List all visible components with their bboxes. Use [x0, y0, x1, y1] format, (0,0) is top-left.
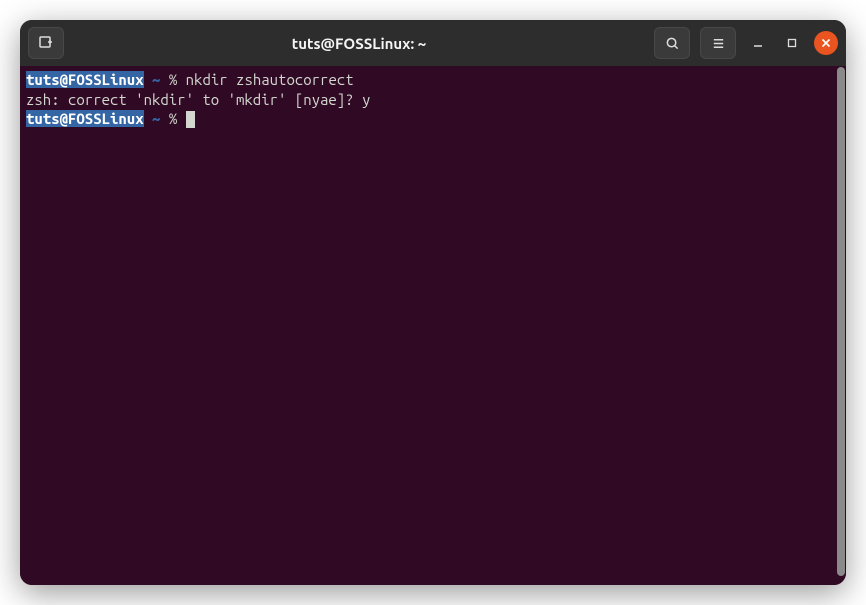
- command-text: nkdir zshautocorrect: [186, 71, 354, 88]
- maximize-button[interactable]: [780, 31, 804, 55]
- terminal-line-2: zsh: correct 'nkdir' to 'mkdir' [nyae]? …: [26, 90, 840, 110]
- maximize-icon: [787, 38, 797, 48]
- prompt-path: ~: [152, 110, 160, 127]
- terminal-line-1: tuts@FOSSLinux ~ % nkdir zshautocorrect: [26, 70, 840, 90]
- titlebar-left: [28, 27, 64, 59]
- prompt-host: tuts@FOSSLinux: [26, 71, 144, 88]
- terminal-line-3: tuts@FOSSLinux ~ %: [26, 109, 840, 129]
- scrollbar[interactable]: [836, 66, 846, 585]
- new-tab-icon: [38, 35, 54, 51]
- titlebar: tuts@FOSSLinux: ~: [20, 20, 846, 66]
- terminal-body[interactable]: tuts@FOSSLinux ~ % nkdir zshautocorrect …: [20, 66, 846, 585]
- hamburger-icon: [711, 36, 726, 51]
- new-tab-button[interactable]: [28, 27, 64, 59]
- menu-button[interactable]: [700, 27, 736, 59]
- terminal-window: tuts@FOSSLinux: ~: [20, 20, 846, 585]
- prompt-symbol: %: [169, 71, 177, 88]
- search-button[interactable]: [654, 27, 690, 59]
- scrollbar-thumb[interactable]: [837, 67, 845, 576]
- minimize-button[interactable]: [746, 31, 770, 55]
- titlebar-right: [654, 27, 838, 59]
- prompt-host: tuts@FOSSLinux: [26, 110, 144, 127]
- close-icon: [821, 38, 831, 48]
- search-icon: [665, 36, 680, 51]
- output-text: zsh: correct 'nkdir' to 'mkdir' [nyae]? …: [26, 91, 370, 108]
- prompt-symbol: %: [169, 110, 177, 127]
- prompt-path: ~: [152, 71, 160, 88]
- close-button[interactable]: [814, 31, 838, 55]
- window-title: tuts@FOSSLinux: ~: [72, 35, 646, 52]
- cursor: [186, 111, 195, 128]
- minimize-icon: [753, 38, 763, 48]
